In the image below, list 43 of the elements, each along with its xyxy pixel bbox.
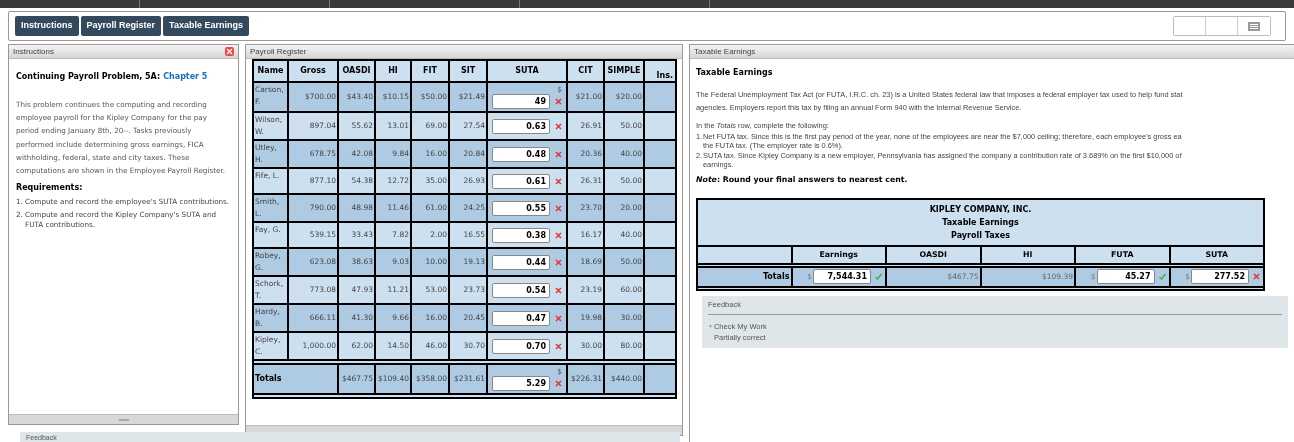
input-field[interactable]: 7,544.31 bbox=[813, 269, 871, 285]
toolbar-button[interactable] bbox=[1174, 17, 1206, 35]
list-icon bbox=[1248, 21, 1260, 31]
heading: Taxable Earnings bbox=[696, 67, 774, 79]
column-header: FIT bbox=[412, 61, 448, 81]
panel-title: Instructions bbox=[13, 45, 54, 58]
column-header: SIMPLE bbox=[605, 61, 643, 81]
column-header: Ins. bbox=[645, 61, 675, 81]
input-field[interactable]: 277.52 bbox=[1191, 269, 1249, 285]
chapter-link[interactable]: Chapter 5 bbox=[163, 71, 208, 83]
input-field[interactable]: 49 bbox=[492, 94, 550, 109]
table-cell: Totals bbox=[698, 267, 791, 286]
table-title: Payroll Taxes bbox=[950, 229, 1011, 242]
close-icon[interactable] bbox=[225, 47, 234, 56]
panel-title: Taxable Earnings bbox=[694, 45, 756, 58]
column-header: Name bbox=[254, 61, 287, 81]
panel-title: Payroll Register bbox=[250, 45, 307, 58]
column-header: OASDI bbox=[339, 61, 374, 81]
input-field[interactable]: 0.55 bbox=[492, 200, 550, 216]
input-field[interactable]: 45.27 bbox=[1096, 269, 1155, 285]
heading: Continuing Payroll Problem, 5A: bbox=[16, 71, 161, 83]
input-field[interactable]: 5.29 bbox=[492, 376, 550, 391]
input-field[interactable]: 0.38 bbox=[492, 227, 550, 243]
table-title: KIPLEY COMPANY, INC. bbox=[928, 203, 1033, 216]
table-cell: Totals bbox=[254, 365, 337, 393]
column-header: SIT bbox=[450, 61, 486, 81]
input-field[interactable]: 0.54 bbox=[492, 282, 550, 298]
column-header: CIT bbox=[568, 61, 603, 81]
input-field[interactable]: 0.61 bbox=[492, 173, 550, 189]
tab[interactable]: Taxable Earnings bbox=[163, 16, 249, 36]
input-field[interactable]: 0.63 bbox=[492, 118, 550, 134]
column-header: SUTA bbox=[488, 61, 566, 81]
column-header: Gross bbox=[289, 61, 337, 81]
tab[interactable]: Payroll Register bbox=[80, 16, 162, 36]
table-title: Taxable Earnings bbox=[941, 216, 1020, 229]
tab[interactable]: Instructions bbox=[15, 16, 79, 36]
requirements-heading: Requirements: bbox=[16, 182, 84, 195]
column-header: HI bbox=[376, 61, 410, 81]
input-field[interactable]: 0.47 bbox=[492, 310, 550, 326]
input-field[interactable]: 0.48 bbox=[492, 146, 550, 162]
resize-handle-icon[interactable] bbox=[118, 418, 129, 421]
input-field[interactable]: 0.44 bbox=[492, 254, 550, 270]
input-field[interactable]: 0.70 bbox=[492, 338, 550, 354]
